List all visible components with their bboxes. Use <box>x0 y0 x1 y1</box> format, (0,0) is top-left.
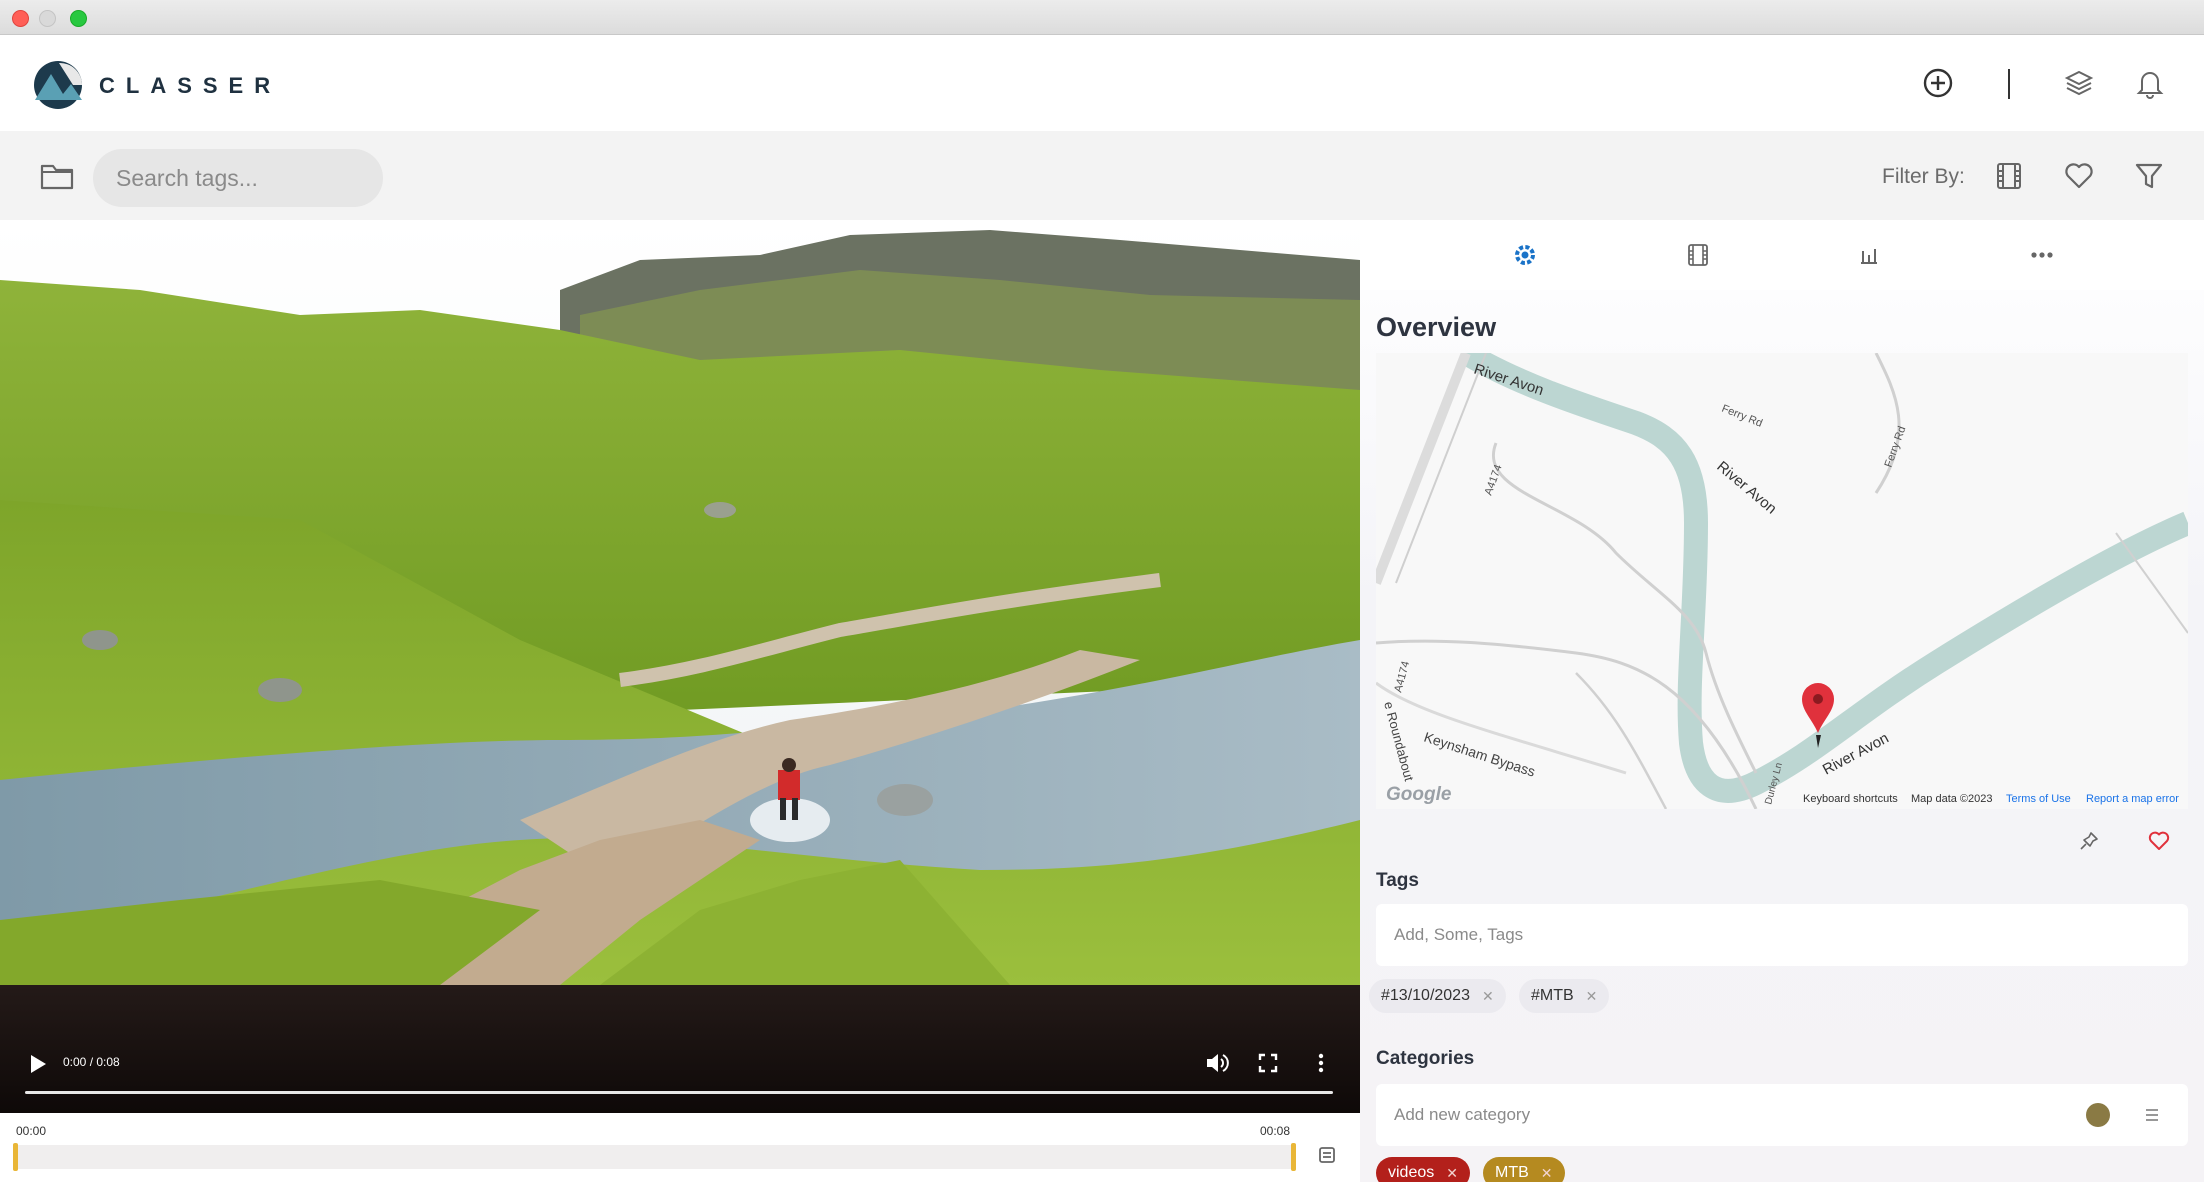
video-controls: 0:00 / 0:08 <box>0 985 1360 1113</box>
terms-of-use-link[interactable]: Terms of Use <box>2006 793 2071 805</box>
bell-icon[interactable] <box>2132 65 2168 101</box>
tag-chip[interactable]: #13/10/2023 ✕ <box>1369 979 1506 1013</box>
favorite-heart-icon[interactable] <box>2146 828 2172 854</box>
tags-input[interactable] <box>1376 904 2188 966</box>
video-scrubber[interactable] <box>25 1091 1333 1094</box>
heart-icon[interactable] <box>2061 158 2097 194</box>
details-panel: Overview River Avon River Avon River Avo… <box>1360 220 2204 1182</box>
filter-icon[interactable] <box>2131 158 2167 194</box>
location-map[interactable]: River Avon River Avon River Avon Ferry R… <box>1376 353 2188 809</box>
pin-icon[interactable] <box>2076 828 2102 854</box>
details-tabs <box>1360 220 2204 290</box>
video-time: 0:00 / 0:08 <box>63 1055 120 1069</box>
tags-title: Tags <box>1376 870 1419 891</box>
category-input[interactable] <box>1376 1084 2188 1146</box>
layers-icon[interactable] <box>2061 65 2097 101</box>
remove-tag-icon[interactable]: ✕ <box>1482 988 1494 1005</box>
search-toolbar: Filter By: <box>0 131 2204 220</box>
map-canvas: River Avon River Avon River Avon Ferry R… <box>1376 353 2188 809</box>
category-chip-label: videos <box>1388 1164 1435 1181</box>
video-frame <box>0 220 1360 985</box>
film-icon[interactable] <box>1681 238 1715 272</box>
timeline-track[interactable] <box>14 1145 1294 1169</box>
timeline-start-time: 00:00 <box>16 1124 47 1138</box>
film-icon[interactable] <box>1991 158 2027 194</box>
remove-category-icon[interactable]: ✕ <box>1541 1165 1553 1182</box>
remove-tag-icon[interactable]: ✕ <box>1586 988 1598 1005</box>
trim-end-handle[interactable] <box>1291 1143 1296 1171</box>
minimize-window-button[interactable] <box>39 10 56 27</box>
header-divider <box>2008 69 2010 99</box>
folder-icon[interactable] <box>40 161 74 191</box>
timeline-end-time: 00:08 <box>1260 1124 1291 1138</box>
video-player[interactable]: 0:00 / 0:08 <box>0 220 1360 1113</box>
window-titlebar <box>0 0 2204 35</box>
settings-icon[interactable] <box>1508 238 1542 272</box>
app-header: CLASSER <box>0 35 2204 131</box>
trim-timeline: 00:00 00:08 <box>0 1113 1360 1182</box>
tag-chip[interactable]: #MTB ✕ <box>1519 979 1610 1013</box>
category-chip[interactable]: videos ✕ <box>1376 1157 1470 1182</box>
map-data-text: Map data ©2023 <box>1911 793 1993 805</box>
list-icon[interactable] <box>2143 1107 2161 1123</box>
keyboard-shortcuts-link[interactable]: Keyboard shortcuts <box>1803 793 1898 805</box>
category-chip[interactable]: MTB ✕ <box>1483 1157 1565 1182</box>
play-icon[interactable] <box>28 1053 48 1075</box>
category-chip-label: MTB <box>1495 1164 1529 1181</box>
fullscreen-icon[interactable] <box>1254 1049 1282 1077</box>
more-options-icon[interactable] <box>1307 1049 1335 1077</box>
search-input[interactable] <box>93 149 383 207</box>
volume-icon[interactable] <box>1203 1049 1231 1077</box>
remove-category-icon[interactable]: ✕ <box>1446 1165 1458 1182</box>
report-map-error-link[interactable]: Report a map error <box>2086 793 2179 805</box>
close-window-button[interactable] <box>12 10 29 27</box>
add-circle-icon[interactable] <box>1920 65 1956 101</box>
classer-logo[interactable] <box>33 60 83 110</box>
tag-chip-label: #13/10/2023 <box>1381 987 1470 1004</box>
more-icon[interactable] <box>2025 238 2059 272</box>
filter-label: Filter By: <box>1882 165 1965 188</box>
categories-title: Categories <box>1376 1048 1475 1069</box>
google-logo: Google <box>1386 784 1452 805</box>
overview-title: Overview <box>1376 312 1497 342</box>
save-clip-icon[interactable] <box>1318 1145 1336 1165</box>
bar-chart-icon[interactable] <box>1852 238 1886 272</box>
maximize-window-button[interactable] <box>70 10 87 27</box>
category-color-picker[interactable] <box>2086 1103 2110 1127</box>
brand-name: CLASSER <box>99 73 282 98</box>
trim-start-handle[interactable] <box>13 1143 18 1171</box>
tag-chip-label: #MTB <box>1531 987 1574 1004</box>
